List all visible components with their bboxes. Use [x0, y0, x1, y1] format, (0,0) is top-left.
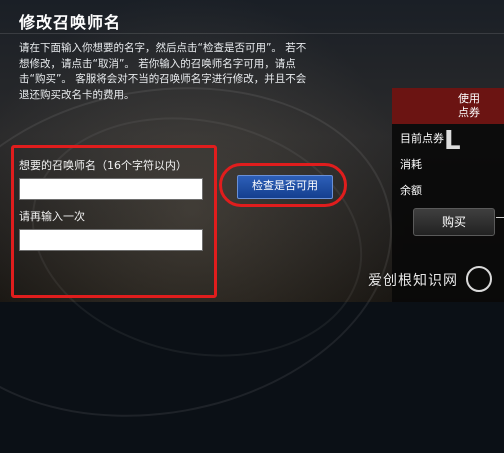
buy-button[interactable]: 购买 — [413, 208, 495, 236]
summoner-name-label: 想要的召唤师名（16个字符以内） — [19, 159, 187, 172]
summoner-name-input[interactable] — [19, 178, 203, 200]
balance-label: 余额 — [400, 184, 422, 197]
currency-tab[interactable]: 使用 点券 — [392, 88, 504, 124]
lol-logo-icon: L — [444, 126, 461, 156]
current-points-label: 目前点券 — [400, 132, 444, 145]
confirm-name-label: 请再输入一次 — [19, 210, 85, 223]
watermark-logo-icon — [466, 266, 492, 292]
currency-tab-line2: 点券 — [458, 106, 480, 119]
dialog-title: 修改召唤师名 — [19, 13, 122, 32]
cost-value-dash — [496, 217, 504, 218]
cost-label: 消耗 — [400, 158, 422, 171]
description-line: 请在下面输入你想要的名字，然后点击“检查是否可用”。 若不 — [19, 42, 307, 54]
confirm-name-input[interactable] — [19, 229, 203, 251]
title-divider — [0, 33, 504, 34]
description-line: 退还购买改名卡的费用。 — [19, 88, 135, 101]
check-availability-button[interactable]: 检查是否可用 — [237, 175, 333, 199]
dialog-description: 请在下面输入你想要的名字，然后点击“检查是否可用”。 若不 想修改，请点击“取消… — [19, 41, 369, 103]
description-line: 击“购买”。 客服将会对不当的召唤师名字进行修改，并且不会 — [19, 73, 307, 85]
watermark-text: 爱创根知识网 — [368, 273, 458, 289]
currency-tab-line1: 使用 — [458, 92, 480, 105]
description-line: 想修改，请点击“取消”。 若你输入的召唤师名字可用，请点 — [19, 57, 296, 70]
